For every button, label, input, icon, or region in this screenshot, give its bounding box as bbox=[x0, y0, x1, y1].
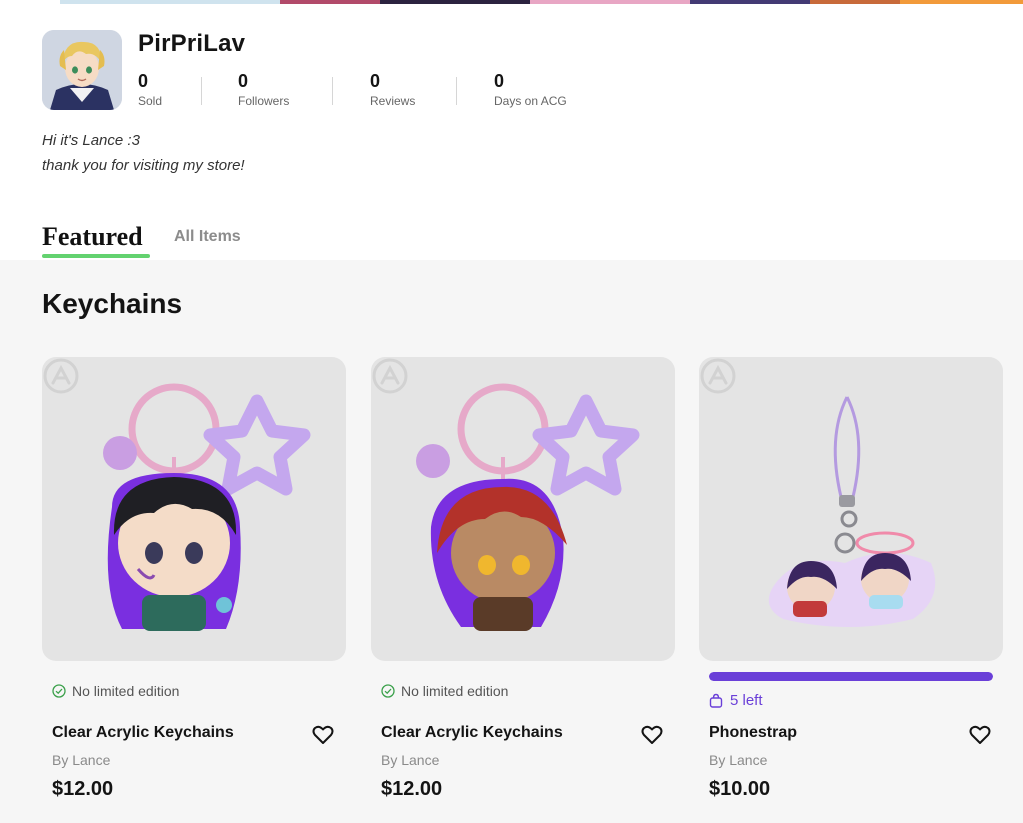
stat-label: Sold bbox=[138, 94, 163, 108]
product-card[interactable]: 5 left Phonestrap By Lance $10.00 bbox=[699, 357, 1003, 823]
tab-all-items[interactable]: All Items bbox=[174, 228, 241, 246]
edition-status: No limited edition bbox=[52, 683, 179, 699]
product-title[interactable]: Clear Acrylic Keychains bbox=[381, 724, 563, 742]
heart-icon[interactable] bbox=[312, 725, 334, 745]
product-image[interactable] bbox=[699, 357, 1003, 661]
stat-label: Reviews bbox=[370, 94, 416, 108]
stat-value: 0 bbox=[238, 71, 249, 91]
stat-followers: 0 Followers bbox=[202, 71, 332, 111]
featured-section: Keychains No limited edition Clear Acryl… bbox=[0, 260, 1023, 823]
product-price: $12.00 bbox=[381, 778, 443, 800]
active-tab-indicator bbox=[42, 254, 150, 258]
product-price: $10.00 bbox=[709, 778, 771, 800]
brand-watermark-icon bbox=[372, 358, 408, 394]
product-price: $12.00 bbox=[52, 778, 114, 800]
stat-days-on-acg: 0 Days on ACG bbox=[457, 71, 597, 111]
store-bio: Hi it's Lance :3 thank you for visiting … bbox=[42, 128, 245, 178]
stat-reviews: 0 Reviews bbox=[333, 71, 456, 111]
stock-progress-fill bbox=[709, 672, 993, 681]
product-seller[interactable]: By Lance bbox=[52, 752, 110, 768]
brand-watermark-icon bbox=[700, 358, 736, 394]
banner-image-edge bbox=[0, 0, 1023, 4]
section-title: Keychains bbox=[42, 288, 183, 319]
product-seller[interactable]: By Lance bbox=[709, 752, 767, 768]
check-circle-icon bbox=[381, 684, 395, 698]
store-tabs: Featured All Items bbox=[42, 222, 442, 260]
product-title[interactable]: Clear Acrylic Keychains bbox=[52, 724, 234, 742]
brand-watermark-icon bbox=[43, 358, 79, 394]
stock-remaining: 5 left bbox=[709, 692, 763, 709]
product-title[interactable]: Phonestrap bbox=[709, 724, 797, 742]
store-stats: 0 Sold 0 Followers 0 Reviews 0 Days on A… bbox=[138, 71, 597, 111]
bio-line: Hi it's Lance :3 bbox=[42, 132, 140, 149]
stock-label: 5 left bbox=[730, 692, 763, 709]
product-image[interactable] bbox=[42, 357, 346, 661]
stat-label: Followers bbox=[238, 94, 290, 108]
edition-label: No limited edition bbox=[72, 683, 180, 699]
store-name: PirPriLav bbox=[138, 30, 246, 57]
store-profile: PirPriLav 0 Sold 0 Followers 0 Reviews 0… bbox=[42, 30, 1002, 190]
stock-progress-bar bbox=[709, 672, 993, 681]
shopping-bag-icon bbox=[709, 693, 723, 708]
edition-label: No limited edition bbox=[401, 683, 509, 699]
product-card[interactable]: No limited edition Clear Acrylic Keychai… bbox=[371, 357, 675, 823]
edition-status: No limited edition bbox=[381, 683, 508, 699]
product-seller[interactable]: By Lance bbox=[381, 752, 439, 768]
check-circle-icon bbox=[52, 684, 66, 698]
stat-value: 0 bbox=[494, 71, 505, 91]
stat-sold: 0 Sold bbox=[138, 71, 201, 111]
product-image[interactable] bbox=[371, 357, 675, 661]
store-avatar[interactable] bbox=[42, 30, 122, 110]
tab-featured[interactable]: Featured bbox=[42, 222, 143, 252]
product-card[interactable]: No limited edition Clear Acrylic Keychai… bbox=[42, 357, 346, 823]
stat-value: 0 bbox=[370, 71, 381, 91]
heart-icon[interactable] bbox=[969, 725, 991, 745]
stat-label: Days on ACG bbox=[494, 94, 567, 108]
bio-line: thank you for visiting my store! bbox=[42, 157, 245, 174]
stat-value: 0 bbox=[138, 71, 149, 91]
heart-icon[interactable] bbox=[641, 725, 663, 745]
